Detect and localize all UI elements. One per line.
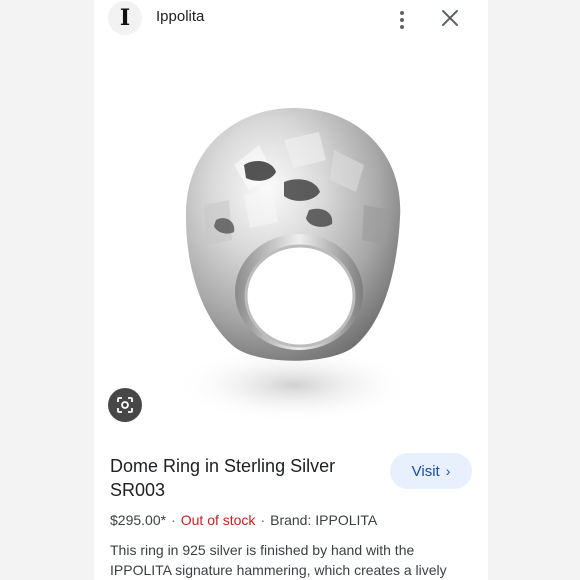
more-vert-icon-dot (400, 18, 404, 22)
product-description: This ring in 925 silver is finished by h… (110, 542, 447, 578)
visit-label: Visit (411, 462, 440, 480)
image-detail-panel: I Ippolita Dome Ring in Sterling Silver … (94, 0, 488, 580)
price: $295.00* (110, 512, 167, 528)
separator: · (260, 512, 266, 528)
chevron-right-icon: › (445, 463, 451, 479)
site-name[interactable]: Ippolita (156, 8, 204, 25)
product-title: Dome Ring in Sterling Silver SR003 (110, 456, 336, 500)
separator: · (171, 512, 176, 528)
product-meta: $295.00* · Out of stock · Brand: IPPOLITA (110, 512, 377, 528)
stock-status: Out of stock (180, 512, 256, 528)
more-vert-icon-dot (400, 25, 404, 29)
panel-header: I Ippolita (94, 0, 488, 36)
more-vert-icon (400, 11, 404, 15)
google-lens-button[interactable] (108, 388, 142, 422)
background-frame: I Ippolita Dome Ring in Sterling Silver … (0, 0, 580, 580)
brand: Brand: IPPOLITA (270, 512, 378, 528)
close-button[interactable] (438, 6, 462, 30)
site-logo[interactable]: I (108, 1, 142, 35)
google-lens-icon (117, 397, 133, 413)
more-options-button[interactable] (390, 4, 414, 32)
close-icon (442, 10, 458, 26)
visit-button[interactable]: Visit › (390, 453, 472, 489)
product-image[interactable] (94, 40, 488, 440)
